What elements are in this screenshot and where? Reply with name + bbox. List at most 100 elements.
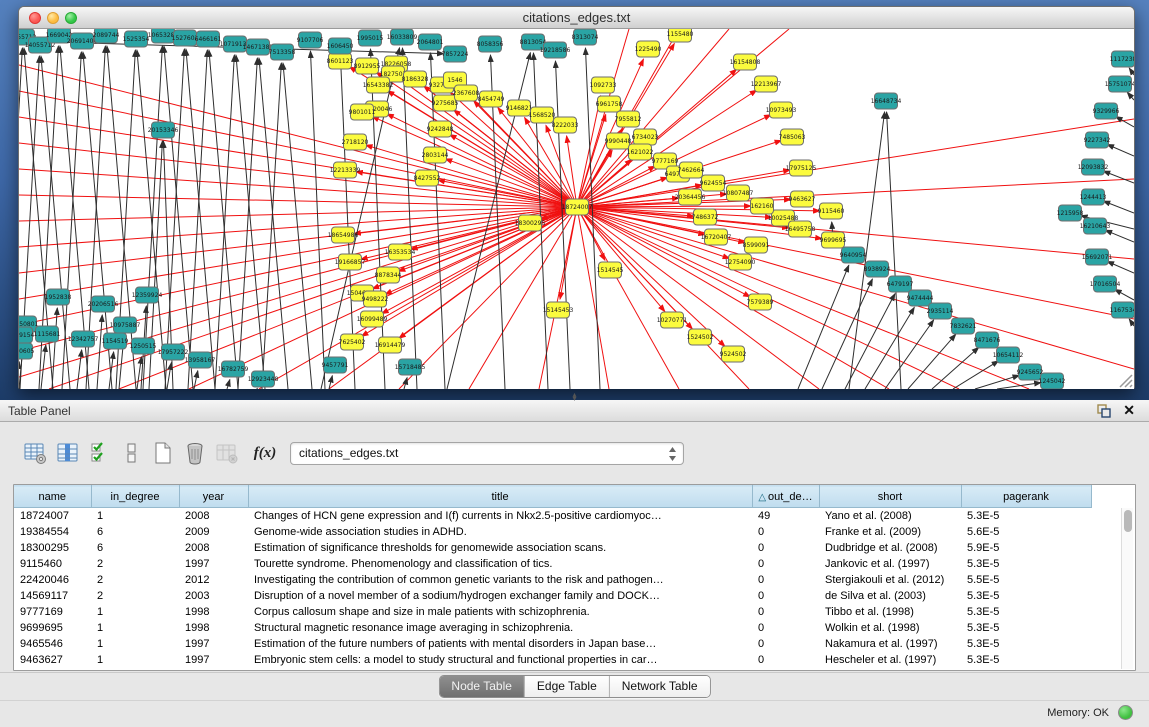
network-node-yellow[interactable]: 10807487 [723, 185, 754, 201]
network-node-teal[interactable]: 2320605 [19, 343, 35, 359]
table-row[interactable]: 1830029562008Estimation of significance … [14, 540, 1091, 556]
table-cell[interactable]: 18300295 [14, 540, 91, 556]
table-cell[interactable]: Wolkin et al. (1998) [819, 620, 961, 636]
citation-edge-black[interactable] [259, 58, 288, 389]
network-node-yellow[interactable]: 9699695 [820, 232, 847, 248]
table-row[interactable]: 977716911998Corpus callosum shape and si… [14, 604, 1091, 620]
network-node-yellow[interactable]: 18724007 [562, 199, 593, 215]
table-cell[interactable]: 5.3E-5 [961, 556, 1091, 572]
network-node-teal[interactable]: 12923448 [248, 371, 279, 387]
network-node-yellow[interactable]: 9524502 [720, 346, 747, 362]
table-row[interactable]: 946554611997Estimation of the future num… [14, 636, 1091, 652]
network-node-teal[interactable]: 1117238 [1110, 51, 1134, 67]
network-node-teal[interactable]: 6479197 [887, 276, 914, 292]
network-node-yellow[interactable]: 12213339 [330, 162, 361, 178]
table-row[interactable]: 2242004622012Investigating the contribut… [14, 572, 1091, 588]
citation-edge-black[interactable] [1129, 319, 1134, 326]
citation-edge-red[interactable] [372, 116, 577, 207]
table-cell[interactable]: 9465546 [14, 636, 91, 652]
network-node-teal[interactable]: 1995015 [357, 30, 384, 46]
tab-network-table[interactable]: Network Table [610, 676, 710, 697]
network-view-window[interactable]: citations_edges.txt 18724007183002958601… [18, 6, 1135, 389]
citation-edge-black[interactable] [310, 51, 325, 389]
network-node-yellow[interactable]: 16543382 [363, 77, 394, 93]
network-node-yellow[interactable]: 1092733 [590, 77, 617, 93]
table-cell[interactable]: Genome-wide association studies in ADHD. [248, 524, 752, 540]
table-cell[interactable]: Nakamura et al. (1997) [819, 636, 961, 652]
table-panel-header[interactable]: ▴▾ Table Panel ✕ [0, 400, 1149, 422]
network-node-yellow[interactable]: 8599091 [743, 237, 770, 253]
network-node-yellow[interactable]: 16495758 [785, 221, 816, 237]
network-node-teal[interactable]: 7832621 [950, 318, 977, 334]
table-cell[interactable]: 1 [91, 620, 179, 636]
table-cell[interactable]: Jankovic et al. (1997) [819, 556, 961, 572]
citation-edge-black[interactable] [1103, 171, 1134, 183]
table-cell[interactable]: Hescheler et al. (1997) [819, 652, 961, 668]
citation-edge-red[interactable] [577, 179, 1134, 207]
column-header-title[interactable]: title [248, 486, 752, 508]
float-panel-icon[interactable] [1097, 404, 1111, 418]
network-node-teal[interactable]: 10654112 [993, 347, 1024, 363]
network-node-teal[interactable]: 20206516 [88, 296, 119, 312]
network-node-teal[interactable]: 8938924 [864, 261, 891, 277]
network-node-yellow[interactable]: 8427552 [414, 170, 441, 186]
table-cell[interactable]: 1997 [179, 652, 248, 668]
table-row[interactable]: 1938455462009Genome-wide association stu… [14, 524, 1091, 540]
table-cell[interactable]: Tourette syndrome. Phenomenology and cla… [248, 556, 752, 572]
table-cell[interactable]: 49 [752, 508, 819, 524]
network-node-yellow[interactable]: 7579389 [747, 294, 774, 310]
table-cell[interactable]: 1997 [179, 556, 248, 572]
citation-edge-black[interactable] [887, 112, 901, 389]
network-node-yellow[interactable]: 1524502 [687, 329, 714, 345]
network-node-yellow[interactable]: 6961758 [596, 96, 623, 112]
network-node-yellow[interactable]: 9115460 [818, 203, 845, 219]
network-node-yellow[interactable]: 10270771 [657, 312, 688, 328]
citation-edge-red[interactable] [399, 207, 577, 338]
close-panel-icon[interactable]: ✕ [1123, 402, 1135, 419]
table-cell[interactable]: 5.3E-5 [961, 652, 1091, 668]
citation-edge-black[interactable] [1107, 144, 1134, 156]
citation-edge-red[interactable] [450, 134, 577, 207]
citation-edge-red[interactable] [387, 114, 577, 207]
network-node-yellow[interactable]: 162160 [751, 198, 774, 214]
network-node-yellow[interactable]: 16099489 [357, 311, 388, 327]
table-cell[interactable]: 6 [91, 540, 179, 556]
citation-edge-black[interactable] [1127, 92, 1134, 100]
network-node-yellow[interactable]: 6734023 [632, 129, 659, 145]
table-cell[interactable]: 1997 [179, 636, 248, 652]
network-node-yellow[interactable]: 2367608 [453, 85, 480, 101]
table-cell[interactable]: Franke et al. (2009) [819, 524, 961, 540]
table-cell[interactable]: 14569117 [14, 588, 91, 604]
table-cell[interactable]: 18724007 [14, 508, 91, 524]
table-cell[interactable]: Tibbo et al. (1998) [819, 604, 961, 620]
network-window-titlebar[interactable]: citations_edges.txt [19, 7, 1134, 29]
network-node-teal[interactable]: 16782759 [218, 361, 249, 377]
citation-edge-black[interactable] [186, 49, 215, 389]
network-node-teal[interactable]: 1154519 [102, 333, 129, 349]
citation-edge-black[interactable] [209, 50, 238, 389]
column-list-icon[interactable] [119, 440, 145, 466]
column-header-pagerank[interactable]: pagerank [961, 486, 1091, 508]
table-cell[interactable]: Embryonic stem cells: a model to study s… [248, 652, 752, 668]
function-builder-icon[interactable]: f(x) [248, 440, 282, 466]
network-node-yellow[interactable]: 16353534 [385, 244, 416, 260]
network-node-teal[interactable]: 8313074 [572, 29, 599, 45]
network-node-yellow[interactable]: 9242848 [427, 121, 454, 137]
table-cell[interactable]: 1 [91, 604, 179, 620]
citation-edge-black[interactable] [1115, 289, 1134, 300]
table-cell[interactable]: 5.6E-5 [961, 524, 1091, 540]
network-node-yellow[interactable]: 8222033 [552, 117, 579, 133]
network-node-teal[interactable]: 16033809 [387, 29, 418, 45]
network-node-teal[interactable]: 2935114 [927, 303, 954, 319]
table-cell[interactable]: 2003 [179, 588, 248, 604]
table-cell[interactable]: 2 [91, 588, 179, 604]
citation-edge-black[interactable] [52, 308, 57, 389]
network-node-yellow[interactable]: 8912955 [354, 58, 381, 74]
table-selector-dropdown[interactable]: citations_edges.txt [290, 442, 684, 465]
network-node-yellow[interactable]: 1155480 [667, 29, 694, 42]
citation-edge-black[interactable] [555, 61, 570, 389]
table-cell[interactable]: 0 [752, 604, 819, 620]
network-node-teal[interactable]: 17016504 [1090, 276, 1121, 292]
network-node-teal[interactable]: 16210643 [1080, 218, 1111, 234]
network-node-teal[interactable]: 8471676 [974, 332, 1001, 348]
